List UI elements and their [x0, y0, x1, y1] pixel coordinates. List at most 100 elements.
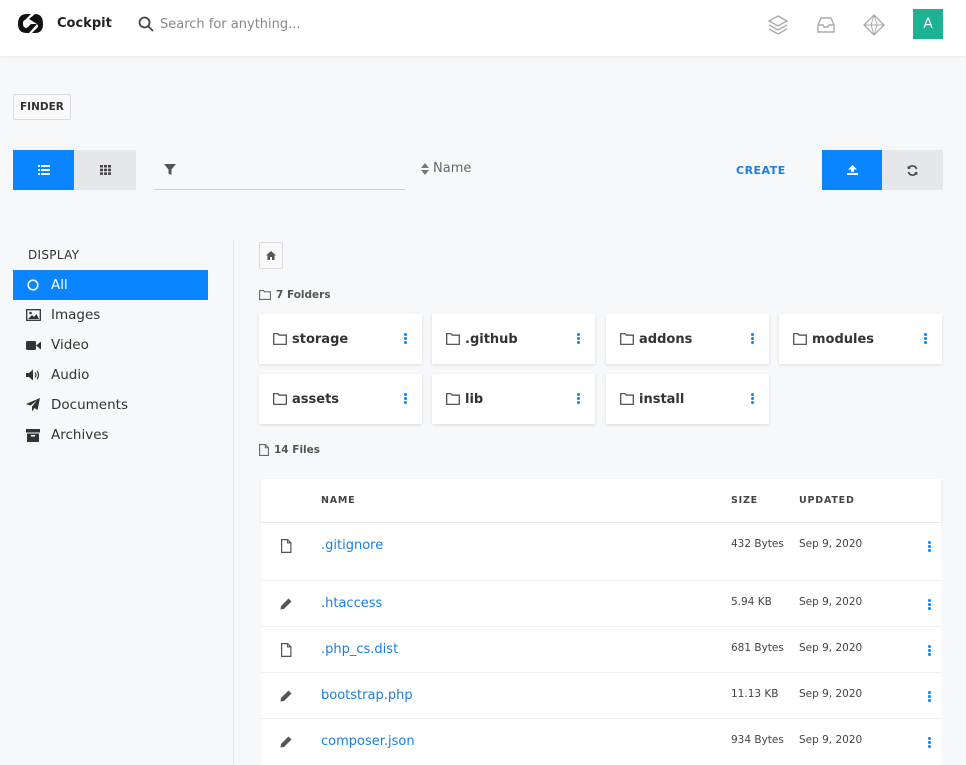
upload-button[interactable] [822, 150, 882, 190]
folder-name: addons [639, 331, 693, 347]
folder-card[interactable]: lib [432, 374, 595, 424]
more-options-icon[interactable] [924, 333, 927, 344]
sort-control[interactable]: Name [421, 161, 471, 176]
folder-icon [259, 290, 271, 300]
folders-count: 7 Folders [259, 289, 331, 301]
folder-card[interactable]: addons [606, 314, 769, 364]
sidebar-item-all[interactable]: All [13, 270, 208, 300]
create-button[interactable]: CREATE [736, 164, 786, 177]
page-title-tag: FINDER [13, 94, 71, 120]
folder-card[interactable]: assets [259, 374, 422, 424]
table-row[interactable]: .gitignore 432 Bytes Sep 9, 2020 [261, 523, 941, 581]
folder-icon [793, 333, 807, 345]
folder-card[interactable]: .github [432, 314, 595, 364]
more-options-icon[interactable] [404, 393, 407, 404]
volume-icon [25, 367, 41, 383]
inbox-icon[interactable] [814, 13, 838, 37]
pencil-icon [280, 736, 292, 748]
files-table-header: NAME SIZE UPDATED [261, 479, 941, 522]
file-size: 11.13 KB [731, 688, 779, 700]
more-options-icon[interactable] [928, 737, 931, 748]
sidebar-item-images[interactable]: Images [13, 300, 208, 330]
sidebar-item-documents[interactable]: Documents [13, 390, 208, 420]
sidebar-item-label: All [51, 277, 68, 293]
folder-name: .github [465, 331, 518, 347]
file-updated-date: Sep 9, 2020 [799, 734, 863, 746]
sort-label: Name [433, 161, 472, 176]
column-header-name[interactable]: NAME [321, 495, 355, 506]
grid-view-button[interactable] [74, 150, 136, 190]
file-updated-date: Sep 9, 2020 [799, 538, 863, 550]
table-row[interactable]: .php_cs.dist 681 Bytes Sep 9, 2020 [261, 627, 941, 673]
folder-icon [446, 393, 460, 405]
sidebar-item-audio[interactable]: Audio [13, 360, 208, 390]
cockpit-logo[interactable] [15, 11, 45, 37]
circle-icon [25, 277, 41, 293]
grid-icon [99, 165, 111, 175]
refresh-icon [907, 164, 918, 176]
pencil-icon [280, 598, 292, 610]
table-row[interactable]: composer.json 934 Bytes Sep 9, 2020 [261, 719, 941, 765]
home-icon [266, 251, 276, 260]
folder-card[interactable]: storage [259, 314, 422, 364]
file-name-link[interactable]: composer.json [321, 734, 415, 749]
sidebar-item-label: Audio [51, 367, 90, 383]
search-icon [138, 16, 154, 32]
layers-icon[interactable] [766, 13, 790, 37]
archive-icon [25, 427, 41, 443]
folder-card[interactable]: install [606, 374, 769, 424]
file-size: 934 Bytes [731, 734, 784, 746]
refresh-button[interactable] [882, 150, 943, 190]
sort-icon [421, 162, 429, 175]
pencil-icon [280, 690, 292, 702]
sidebar-item-archives[interactable]: Archives [13, 420, 208, 450]
list-view-button[interactable] [13, 150, 75, 190]
file-size: 432 Bytes [731, 538, 784, 550]
more-options-icon[interactable] [928, 541, 931, 552]
folder-icon [620, 333, 634, 345]
folder-name: install [639, 391, 685, 407]
folder-name: modules [812, 331, 875, 347]
diamond-icon[interactable] [862, 13, 886, 37]
sidebar-item-label: Archives [51, 427, 109, 443]
filter-input[interactable] [184, 158, 394, 182]
file-name-link[interactable]: .php_cs.dist [321, 642, 398, 657]
folder-icon [620, 393, 634, 405]
folder-card[interactable]: modules [779, 314, 942, 364]
avatar[interactable]: A [913, 9, 943, 39]
upload-icon [846, 165, 858, 175]
column-header-updated[interactable]: UPDATED [799, 495, 855, 506]
more-options-icon[interactable] [577, 393, 580, 404]
folders-count-label: 7 Folders [276, 289, 331, 301]
more-options-icon[interactable] [577, 333, 580, 344]
file-name-link[interactable]: .htaccess [321, 596, 382, 611]
file-name-link[interactable]: bootstrap.php [321, 688, 413, 703]
sidebar-divider [233, 240, 234, 765]
filter-field [154, 150, 405, 190]
sidebar-title: DISPLAY [28, 248, 80, 262]
file-updated-date: Sep 9, 2020 [799, 688, 863, 700]
folder-icon [273, 333, 287, 345]
table-row[interactable]: .htaccess 5.94 KB Sep 9, 2020 [261, 581, 941, 627]
file-updated-date: Sep 9, 2020 [799, 642, 863, 654]
home-breadcrumb-button[interactable] [259, 242, 283, 269]
more-options-icon[interactable] [404, 333, 407, 344]
column-header-size[interactable]: SIZE [731, 495, 758, 506]
more-options-icon[interactable] [928, 645, 931, 656]
more-options-icon[interactable] [928, 599, 931, 610]
sidebar-item-video[interactable]: Video [13, 330, 208, 360]
file-name-link[interactable]: .gitignore [321, 538, 383, 553]
top-bar: Cockpit A [0, 0, 966, 56]
more-options-icon[interactable] [751, 333, 754, 344]
folder-name: assets [292, 391, 340, 407]
list-icon [38, 165, 50, 175]
sidebar-item-label: Documents [51, 397, 128, 413]
video-icon [25, 337, 41, 353]
search-input[interactable] [160, 12, 460, 36]
more-options-icon[interactable] [928, 691, 931, 702]
more-options-icon[interactable] [751, 393, 754, 404]
table-row[interactable]: bootstrap.php 11.13 KB Sep 9, 2020 [261, 673, 941, 719]
folder-icon [273, 393, 287, 405]
paper-plane-icon [25, 397, 41, 413]
brand-name[interactable]: Cockpit [57, 16, 112, 31]
